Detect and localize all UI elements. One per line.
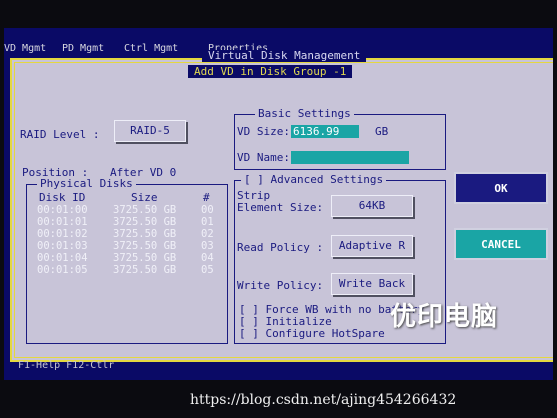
write-policy-select[interactable]: Write Back [331,273,413,295]
basic-settings-label: Basic Settings [255,108,354,120]
vd-name-label: VD Name: [237,151,290,164]
strip-size-select[interactable]: 64KB [331,195,413,217]
read-policy-label: Read Policy : [237,241,324,254]
menu-item-ctrl-mgmt[interactable]: Ctrl Mgmt [124,42,178,56]
source-url: https://blog.csdn.net/ajing454266432 [190,392,457,408]
table-row[interactable]: 00:01:01 3725.50 GB 01 [27,216,227,228]
watermark-logo: 优印电脑 [390,302,499,332]
vd-size-unit: GB [375,125,389,138]
basic-settings-group: Basic Settings VD Size: 6136.99 GB VD Na… [234,108,446,170]
read-policy-select[interactable]: Adaptive R [331,235,413,257]
raid-level-select[interactable]: RAID-5 [114,120,186,142]
disk-size: 3725.50 GB [113,216,177,228]
raid-level-label: RAID Level : [20,128,100,141]
disk-number: 02 [201,228,214,240]
disk-number: 01 [201,216,214,228]
vd-size-label: VD Size: [237,125,290,138]
disk-id: 00:01:05 [37,264,88,276]
disk-size: 3725.50 GB [113,204,177,216]
disk-size: 3725.50 GB [113,240,177,252]
disk-id: 00:01:04 [37,252,88,264]
col-header-size: Size [131,191,158,204]
table-row[interactable]: 00:01:05 3725.50 GB 05 [27,264,227,276]
disk-id: 00:01:00 [37,204,88,216]
strip-element-size-label: Element Size: [237,201,324,214]
dialog-outer-title: Virtual Disk Management [202,50,367,62]
vd-size-input[interactable]: 6136.99 [291,125,359,138]
configure-hotspare-checkbox[interactable]: [ ] Configure HotSpare [239,327,385,340]
cancel-button[interactable]: CANCEL [454,228,548,260]
disk-size: 3725.50 GB [113,264,177,276]
ok-button[interactable]: OK [454,172,548,204]
table-row[interactable]: 00:01:00 3725.50 GB 00 [27,204,227,216]
physical-disks-label: Physical Disks [37,178,136,190]
disk-number: 05 [201,264,214,276]
disk-id: 00:01:03 [37,240,88,252]
disk-number: 03 [201,240,214,252]
disk-size: 3725.50 GB [113,252,177,264]
physical-disks-group: Physical Disks Disk ID Size # 00:01:00 3… [26,178,228,344]
write-policy-label: Write Policy: [237,279,324,292]
table-row[interactable]: 00:01:03 3725.50 GB 03 [27,240,227,252]
disk-id: 00:01:02 [37,228,88,240]
disk-id: 00:01:01 [37,216,88,228]
disk-size: 3725.50 GB [113,228,177,240]
table-row[interactable]: 00:01:04 3725.50 GB 04 [27,252,227,264]
table-row[interactable]: 00:01:02 3725.50 GB 02 [27,228,227,240]
dialog-inner-title: Add VD in Disk Group -1 [188,65,353,78]
disk-number: 00 [201,204,214,216]
vd-name-input[interactable] [291,151,409,164]
advanced-settings-checkbox[interactable]: [ ] Advanced Settings [241,174,387,186]
col-header-disk-id: Disk ID [39,191,86,204]
menu-item-vd-mgmt[interactable]: VD Mgmt [4,42,46,56]
menu-item-pd-mgmt[interactable]: PD Mgmt [62,42,104,56]
col-header-number: # [203,191,210,204]
disk-number: 04 [201,252,214,264]
status-bar: F1-Help F12-Ctlr [18,360,115,371]
